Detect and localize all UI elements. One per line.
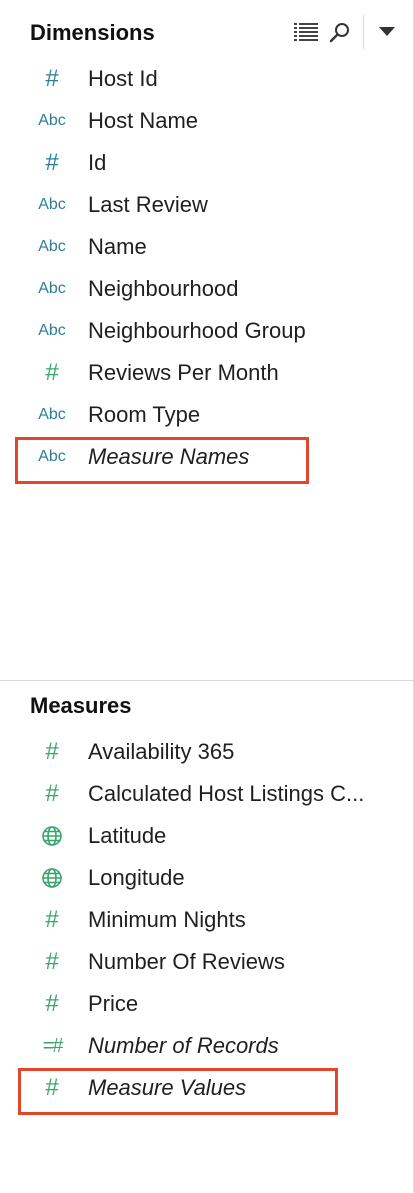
- field-label: Minimum Nights: [88, 907, 246, 932]
- string-field-icon: Abc: [38, 112, 66, 129]
- dimensions-toolbar: [289, 14, 404, 50]
- dimensions-list: # Host Id Abc Host Name # Id Abc Last Re…: [0, 58, 414, 478]
- field-longitude[interactable]: Longitude: [0, 857, 414, 899]
- number-field-icon: #: [45, 65, 59, 92]
- string-field-icon: Abc: [38, 280, 66, 297]
- field-label: Availability 365: [88, 739, 235, 764]
- field-number-of-reviews[interactable]: # Number Of Reviews: [0, 941, 414, 983]
- field-label: Host Id: [88, 66, 158, 91]
- number-field-icon: #: [45, 990, 59, 1017]
- number-field-icon: #: [45, 948, 59, 975]
- field-reviews-per-month[interactable]: # Reviews Per Month: [0, 352, 414, 394]
- field-price[interactable]: # Price: [0, 983, 414, 1025]
- list-view-icon: [294, 23, 318, 41]
- field-minimum-nights[interactable]: # Minimum Nights: [0, 899, 414, 941]
- globe-icon: [16, 857, 88, 899]
- field-label: Longitude: [88, 865, 185, 890]
- search-button[interactable]: [323, 15, 357, 49]
- number-field-icon: #: [45, 780, 59, 807]
- search-icon: [329, 23, 349, 43]
- field-label: Number Of Reviews: [88, 949, 285, 974]
- field-neighbourhood[interactable]: Abc Neighbourhood: [0, 268, 414, 310]
- string-field-icon: Abc: [38, 238, 66, 255]
- field-label: Last Review: [88, 192, 208, 217]
- field-number-of-records[interactable]: =# Number of Records: [0, 1025, 414, 1067]
- globe-icon: [16, 815, 88, 857]
- field-host-id[interactable]: # Host Id: [0, 58, 414, 100]
- field-label: Latitude: [88, 823, 167, 848]
- field-label: Neighbourhood: [88, 276, 239, 301]
- number-field-icon: #: [45, 738, 59, 765]
- field-name[interactable]: Abc Name: [0, 226, 414, 268]
- menu-dropdown-button[interactable]: [370, 15, 404, 49]
- field-last-review[interactable]: Abc Last Review: [0, 184, 414, 226]
- measures-panel: Measures # Availability 365 # Calculated…: [0, 680, 414, 1193]
- number-field-icon: #: [45, 1074, 59, 1101]
- field-label: Price: [88, 991, 139, 1016]
- string-field-icon: Abc: [38, 322, 66, 339]
- field-label: Number of Records: [88, 1033, 279, 1058]
- field-availability-365[interactable]: # Availability 365: [0, 731, 414, 773]
- calculated-number-icon: =#: [42, 1034, 64, 1057]
- field-room-type[interactable]: Abc Room Type: [0, 394, 414, 436]
- field-latitude[interactable]: Latitude: [0, 815, 414, 857]
- field-neighbourhood-group[interactable]: Abc Neighbourhood Group: [0, 310, 414, 352]
- field-label: Room Type: [88, 402, 201, 427]
- field-calculated-host-listings[interactable]: # Calculated Host Listings C...: [0, 773, 414, 815]
- chevron-down-icon: [379, 27, 395, 36]
- string-field-icon: Abc: [38, 448, 66, 465]
- field-label: Measure Values: [88, 1075, 247, 1100]
- measures-list: # Availability 365 # Calculated Host Lis…: [0, 731, 414, 1109]
- number-field-icon: #: [45, 149, 59, 176]
- dimensions-panel: Dimensions # Host Id Abc Host Name # Id …: [0, 0, 414, 680]
- field-label: Reviews Per Month: [88, 360, 279, 385]
- string-field-icon: Abc: [38, 406, 66, 423]
- field-label: Host Name: [88, 108, 199, 133]
- view-list-button[interactable]: [289, 15, 323, 49]
- field-measure-values[interactable]: # Measure Values: [0, 1067, 414, 1109]
- field-label: Neighbourhood Group: [88, 318, 306, 343]
- toolbar-divider: [363, 15, 364, 49]
- field-measure-names[interactable]: Abc Measure Names: [0, 436, 414, 478]
- number-field-icon: #: [45, 359, 59, 386]
- field-host-name[interactable]: Abc Host Name: [0, 100, 414, 142]
- string-field-icon: Abc: [38, 196, 66, 213]
- field-label: Id: [88, 150, 107, 175]
- dimensions-title: Dimensions: [30, 20, 155, 45]
- field-label: Measure Names: [88, 444, 250, 469]
- measures-title: Measures: [30, 693, 132, 718]
- field-label: Name: [88, 234, 147, 259]
- field-id[interactable]: # Id: [0, 142, 414, 184]
- number-field-icon: #: [45, 906, 59, 933]
- field-label: Calculated Host Listings C...: [88, 781, 365, 806]
